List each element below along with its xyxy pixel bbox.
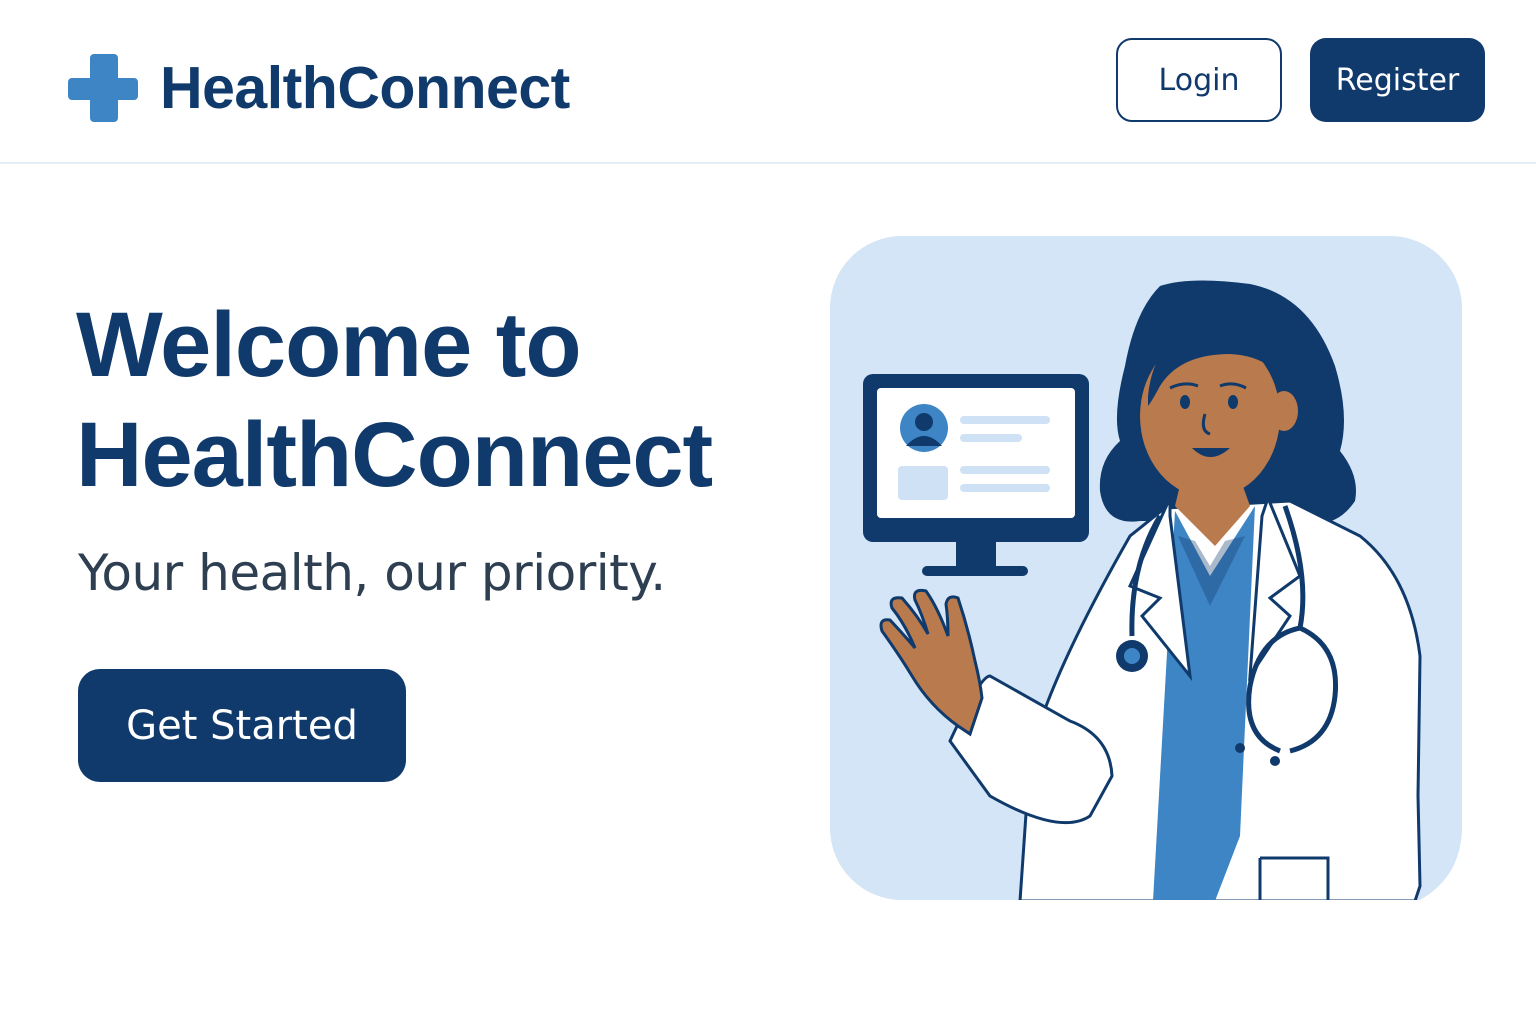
hero-title-line-1: Welcome to	[76, 294, 582, 396]
brand-name: HealthConnect	[160, 55, 570, 121]
medical-cross-icon	[68, 54, 138, 122]
hero-title-line-2: HealthConnect	[76, 404, 713, 506]
get-started-button[interactable]: Get Started	[78, 669, 406, 782]
doctor-illustration	[830, 236, 1462, 900]
top-navbar: HealthConnect Login Register	[0, 0, 1536, 164]
brand-logo[interactable]: HealthConnect	[66, 50, 570, 126]
hero-title: Welcome to HealthConnect	[76, 290, 796, 510]
hero-subtitle: Your health, our priority.	[78, 544, 666, 602]
register-button[interactable]: Register	[1310, 38, 1485, 122]
login-button[interactable]: Login	[1116, 38, 1282, 122]
